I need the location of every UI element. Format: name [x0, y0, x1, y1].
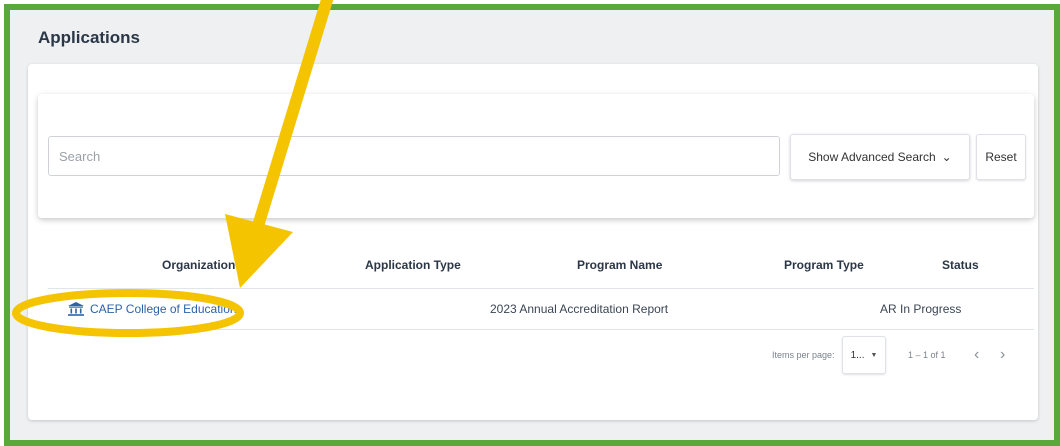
chevron-down-icon: ⌄: [941, 150, 952, 164]
column-header-status[interactable]: Status: [942, 258, 979, 272]
pagination: Items per page: 1... ▼ 1 – 1 of 1 ‹ ›: [48, 336, 1034, 376]
search-panel: Show Advanced Search ⌄ Reset: [38, 94, 1034, 218]
search-input[interactable]: [48, 136, 780, 176]
show-advanced-search-button[interactable]: Show Advanced Search ⌄: [790, 134, 970, 180]
pagination-range: 1 – 1 of 1: [908, 350, 946, 360]
status-cell: AR In Progress: [880, 302, 962, 316]
applications-table: Organization Application Type Program Na…: [48, 242, 1034, 374]
items-per-page-select[interactable]: 1... ▼: [842, 336, 886, 374]
page-title: Applications: [38, 28, 141, 47]
previous-page-icon[interactable]: ‹: [974, 346, 979, 364]
applications-card: Show Advanced Search ⌄ Reset Organizatio…: [28, 64, 1038, 420]
column-header-organization[interactable]: Organization: [162, 258, 235, 272]
column-header-application-type[interactable]: Application Type: [365, 258, 461, 272]
institution-icon: [68, 302, 84, 316]
show-advanced-search-label: Show Advanced Search: [808, 150, 936, 164]
organization-name: CAEP College of Education: [90, 302, 237, 316]
column-header-program-type[interactable]: Program Type: [784, 258, 864, 272]
program-name-cell: 2023 Annual Accreditation Report: [490, 302, 669, 316]
organization-link[interactable]: CAEP College of Education: [68, 302, 237, 316]
items-per-page-label: Items per page:: [772, 350, 835, 360]
next-page-icon[interactable]: ›: [1000, 346, 1005, 364]
table-header: Organization Application Type Program Na…: [48, 242, 1034, 289]
reset-button[interactable]: Reset: [976, 134, 1026, 180]
app-frame: Applications Show Advanced Search ⌄ Rese…: [4, 4, 1060, 446]
caret-down-icon: ▼: [870, 351, 878, 359]
column-header-program-name[interactable]: Program Name: [577, 258, 662, 272]
table-row: CAEP College of Education 2023 Annual Ac…: [48, 289, 1034, 330]
items-per-page-value: 1...: [850, 349, 865, 361]
